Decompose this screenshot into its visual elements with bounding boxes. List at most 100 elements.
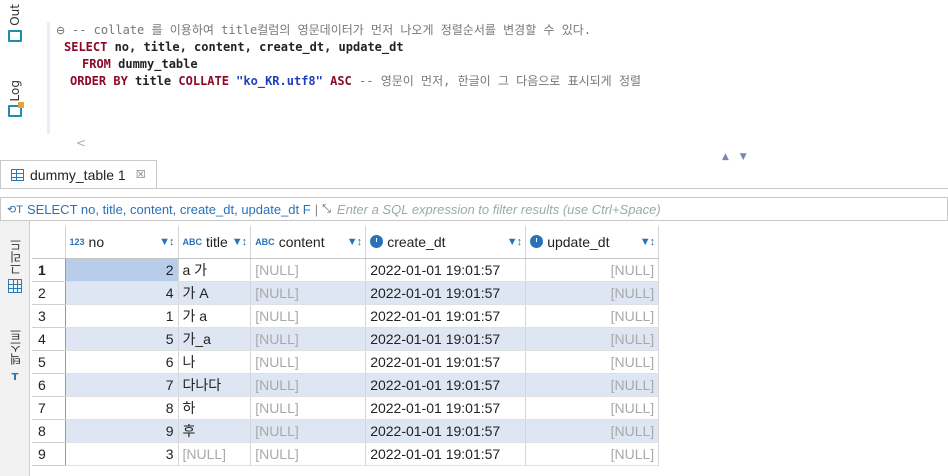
filter-sort-icon[interactable]: ▼↕ xyxy=(640,236,655,248)
cell-update-dt[interactable]: [NULL] xyxy=(525,258,660,282)
cell-update-dt[interactable]: [NULL] xyxy=(525,396,660,420)
table-row[interactable]: 6 7 다나다 [NULL] 2022-01-01 19:01:57 [NULL… xyxy=(32,373,660,397)
datetime-type-icon xyxy=(530,235,544,249)
sql-code[interactable]: -- collate 를 이용하여 title컬럼의 영문데이터가 먼저 나오게… xyxy=(60,22,641,90)
cell-title[interactable]: 가_a xyxy=(178,327,252,351)
cell-title[interactable]: 다나다 xyxy=(178,373,252,397)
cell-update-dt[interactable]: [NULL] xyxy=(525,442,660,466)
cell-no[interactable]: 3 xyxy=(65,442,179,466)
cell-update-dt[interactable]: [NULL] xyxy=(525,419,660,443)
result-tab-label: dummy_table 1 xyxy=(30,166,126,183)
cell-title[interactable]: 후 xyxy=(178,419,252,443)
cell-no[interactable]: 1 xyxy=(65,304,179,328)
cell-create-dt[interactable]: 2022-01-01 19:01:57 xyxy=(365,373,527,397)
tab-divider xyxy=(0,188,948,189)
column-header-create-dt[interactable]: create_dt ▼↕ xyxy=(365,226,527,259)
table-row[interactable]: 9 3 [NULL] [NULL] 2022-01-01 19:01:57 [N… xyxy=(32,442,660,466)
filter-sort-icon[interactable]: ▼↕ xyxy=(159,236,174,248)
log-tab[interactable]: Log xyxy=(2,80,28,118)
filter-sort-icon[interactable]: ▼↕ xyxy=(507,236,522,248)
cell-title[interactable]: 하 xyxy=(178,396,252,420)
cell-title[interactable]: 나 xyxy=(178,350,252,374)
cell-content[interactable]: [NULL] xyxy=(250,350,367,374)
table-row[interactable]: 2 4 가 A [NULL] 2022-01-01 19:01:57 [NULL… xyxy=(32,281,660,305)
cell-content[interactable]: [NULL] xyxy=(250,373,367,397)
cell-no[interactable]: 2 xyxy=(65,258,179,282)
cell-create-dt[interactable]: 2022-01-01 19:01:57 xyxy=(365,396,527,420)
row-number[interactable]: 6 xyxy=(32,373,66,397)
table-row[interactable]: 3 1 가 a [NULL] 2022-01-01 19:01:57 [NULL… xyxy=(32,304,660,328)
filter-sort-icon[interactable]: ▼↕ xyxy=(347,236,362,248)
cell-content[interactable]: [NULL] xyxy=(250,442,367,466)
row-number[interactable]: 5 xyxy=(32,350,66,374)
cell-title[interactable]: 가 a xyxy=(178,304,252,328)
cell-title[interactable]: a 가 xyxy=(178,258,252,282)
result-grid[interactable]: 123 no ▼↕ ABC title ▼↕ ABC content ▼↕ create_d… xyxy=(32,226,660,466)
cell-content[interactable]: [NULL] xyxy=(250,396,367,420)
cell-create-dt[interactable]: 2022-01-01 19:01:57 xyxy=(365,281,527,305)
cell-update-dt[interactable]: [NULL] xyxy=(525,281,660,305)
cell-content[interactable]: [NULL] xyxy=(250,327,367,351)
column-header-no[interactable]: 123 no ▼↕ xyxy=(65,226,179,259)
kw-select: SELECT xyxy=(64,40,108,54)
filter-sort-icon[interactable]: ▼↕ xyxy=(232,236,247,248)
cell-create-dt[interactable]: 2022-01-01 19:01:57 xyxy=(365,350,527,374)
cell-create-dt[interactable]: 2022-01-01 19:01:57 xyxy=(365,419,527,443)
cell-content[interactable]: [NULL] xyxy=(250,304,367,328)
cell-update-dt[interactable]: [NULL] xyxy=(525,304,660,328)
row-number[interactable]: 1 xyxy=(32,258,66,282)
cell-no[interactable]: 9 xyxy=(65,419,179,443)
row-number[interactable]: 2 xyxy=(32,281,66,305)
cell-content[interactable]: [NULL] xyxy=(250,281,367,305)
cell-title[interactable]: [NULL] xyxy=(178,442,252,466)
table-row[interactable]: 5 6 나 [NULL] 2022-01-01 19:01:57 [NULL] xyxy=(32,350,660,374)
text-view-toggle[interactable]: 텍스트 ᴛ xyxy=(3,329,27,383)
row-number[interactable]: 9 xyxy=(32,442,66,466)
table-row[interactable]: 1 2 a 가 [NULL] 2022-01-01 19:01:57 [NULL… xyxy=(32,258,660,282)
filter-input[interactable] xyxy=(336,201,857,217)
cell-no[interactable]: 8 xyxy=(65,396,179,420)
column-header-content[interactable]: ABC content ▼↕ xyxy=(250,226,367,259)
cell-update-dt[interactable]: [NULL] xyxy=(525,327,660,351)
cell-create-dt[interactable]: 2022-01-01 19:01:57 xyxy=(365,327,527,351)
row-number[interactable]: 7 xyxy=(32,396,66,420)
cell-no[interactable]: 6 xyxy=(65,350,179,374)
scroll-left-arrow[interactable]: < xyxy=(76,136,86,150)
cell-create-dt[interactable]: 2022-01-01 19:01:57 xyxy=(365,442,527,466)
sql-editor[interactable]: ⊖ -- collate 를 이용하여 title컬럼의 영문데이터가 먼저 나… xyxy=(30,0,948,150)
column-name: create_dt xyxy=(387,233,446,250)
cell-title[interactable]: 가 A xyxy=(178,281,252,305)
grid-view-toggle[interactable]: 그리드 xyxy=(3,239,27,293)
output-icon xyxy=(8,29,22,42)
table-row[interactable]: 4 5 가_a [NULL] 2022-01-01 19:01:57 [NULL… xyxy=(32,327,660,351)
column-header-update-dt[interactable]: update_dt ▼↕ xyxy=(525,226,660,259)
dbeaver-window: Out Log ⊖ -- collate 를 이용하여 title컬럼의 영문데… xyxy=(0,0,948,476)
cell-content[interactable]: [NULL] xyxy=(250,258,367,282)
cell-content[interactable]: [NULL] xyxy=(250,419,367,443)
log-tab-label: Log xyxy=(8,80,22,102)
out-tab-label: Out xyxy=(8,4,22,26)
close-tab-icon[interactable]: ☒ xyxy=(136,168,146,181)
row-number[interactable]: 8 xyxy=(32,419,66,443)
column-header-title[interactable]: ABC title ▼↕ xyxy=(178,226,252,259)
cell-create-dt[interactable]: 2022-01-01 19:01:57 xyxy=(365,258,527,282)
row-number[interactable]: 4 xyxy=(32,327,66,351)
cell-no[interactable]: 7 xyxy=(65,373,179,397)
cell-update-dt[interactable]: [NULL] xyxy=(525,350,660,374)
panel-maximize-restore-arrows[interactable]: ▲ ▼ xyxy=(722,152,751,162)
tab-dummy-table-1[interactable]: dummy_table 1 ☒ xyxy=(0,160,157,188)
out-tab[interactable]: Out xyxy=(2,4,28,42)
cell-update-dt[interactable]: [NULL] xyxy=(525,373,660,397)
expand-icon[interactable]: ⤡ xyxy=(322,203,331,216)
cell-create-dt[interactable]: 2022-01-01 19:01:57 xyxy=(365,304,527,328)
row-number-header[interactable] xyxy=(32,226,66,259)
cell-no[interactable]: 5 xyxy=(65,327,179,351)
table-row[interactable]: 7 8 하 [NULL] 2022-01-01 19:01:57 [NULL] xyxy=(32,396,660,420)
table-row[interactable]: 8 9 후 [NULL] 2022-01-01 19:01:57 [NULL] xyxy=(32,419,660,443)
order-comment: -- 영문이 먼저, 한글이 그 다음으로 표시되게 정렬 xyxy=(351,74,642,88)
code-select-line: SELECT no, title, content, create_dt, up… xyxy=(60,40,404,54)
row-number[interactable]: 3 xyxy=(32,304,66,328)
filter-sql-icon[interactable]: ⟲T xyxy=(7,203,23,216)
grid-icon xyxy=(8,279,22,293)
cell-no[interactable]: 4 xyxy=(65,281,179,305)
